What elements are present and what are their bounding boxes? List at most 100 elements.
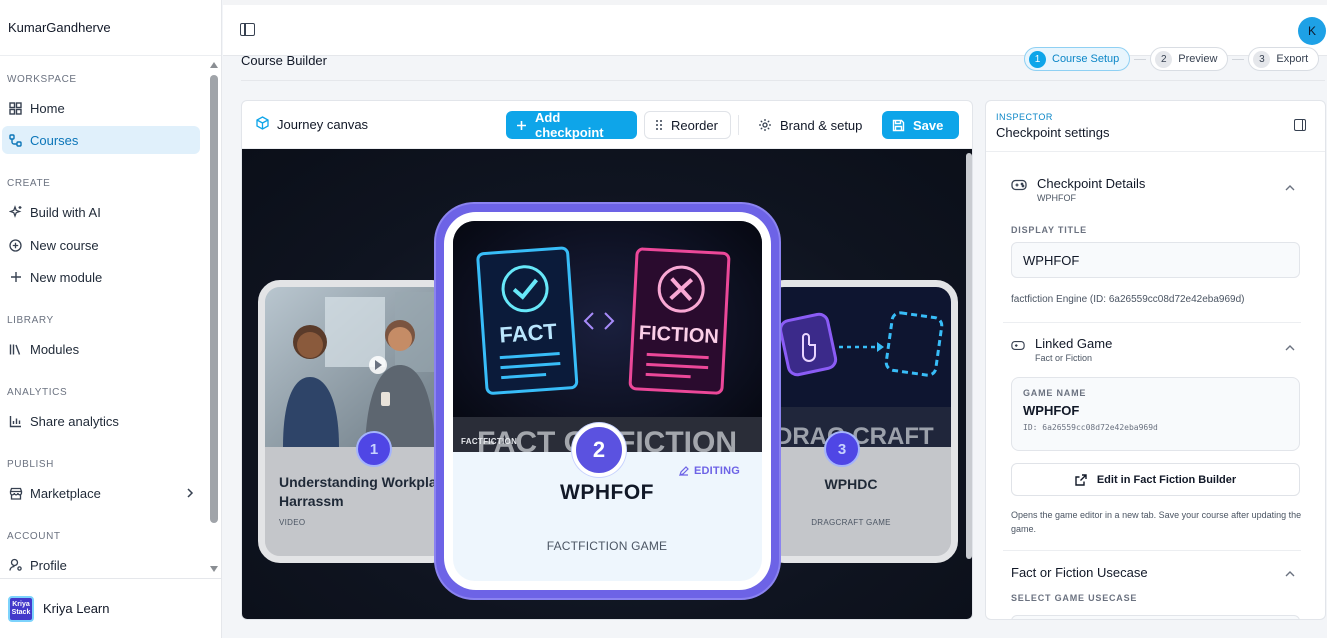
display-title-input[interactable]: WPHFOF <box>1011 242 1300 278</box>
game-type-tag: FACTFICTION <box>461 437 518 446</box>
canvas-title: Journey canvas <box>256 116 368 133</box>
sidebar-item-home[interactable]: Home <box>2 94 200 122</box>
sidebar-item-label: New module <box>30 269 103 285</box>
sidebar-item-build-ai[interactable]: Build with AI <box>2 198 200 226</box>
checkpoint-card-2-selected[interactable]: FACT FICTION FACT OR FICTION <box>436 204 779 598</box>
chevron-right-icon <box>186 486 194 501</box>
section-linked-game[interactable]: Linked Game Fact or Fiction <box>1011 336 1112 363</box>
svg-text:FICTION: FICTION <box>638 322 719 348</box>
inspector-header: INSPECTOR Checkpoint settings <box>986 101 1325 152</box>
scrollbar-thumb[interactable] <box>210 75 218 523</box>
game-id-value: ID: 6a26559cc08d72e42eba969d <box>1023 423 1158 432</box>
section-create: CREATE <box>7 178 51 189</box>
game-name-value: WPHFOF <box>1023 403 1080 418</box>
grid-icon <box>8 101 23 116</box>
workflow-icon <box>8 133 23 148</box>
step-export[interactable]: 3 Export <box>1248 47 1320 71</box>
sparkles-icon <box>8 205 23 220</box>
checkpoint-card-body <box>769 447 951 556</box>
section-library: LIBRARY <box>7 315 54 326</box>
cube-icon <box>256 116 269 133</box>
toolbar-divider <box>738 115 739 135</box>
panel-collapse-icon[interactable] <box>1294 119 1306 131</box>
chevron-up-icon[interactable] <box>1285 569 1295 580</box>
workspace-user-name[interactable]: KumarGandherve <box>0 0 221 56</box>
sidebar-item-label: Marketplace <box>30 485 101 501</box>
page-title: Course Builder <box>241 53 327 68</box>
checkpoint-type: FACTFICTION GAME <box>546 539 668 553</box>
library-icon <box>8 342 23 357</box>
usecase-select-label: SELECT GAME USECASE <box>1011 593 1138 603</box>
pencil-icon <box>679 466 689 476</box>
sidebar-item-label: Modules <box>30 341 80 357</box>
sidebar-item-share-analytics[interactable]: Share analytics <box>2 407 200 435</box>
sidebar-item-label: Share analytics <box>30 413 119 429</box>
save-button[interactable]: Save <box>882 111 959 139</box>
checkpoint-card-1[interactable]: 1 Understanding Workplace Harrassm VIDEO <box>258 280 454 563</box>
org-switcher[interactable]: Kriya Stack Kriya Learn <box>0 578 222 638</box>
chevron-up-icon[interactable] <box>1285 183 1295 194</box>
checkpoint-type: VIDEO <box>279 518 306 527</box>
sidebar-item-profile[interactable]: Profile <box>2 551 200 578</box>
avatar[interactable]: K <box>1298 17 1326 45</box>
sidebar-item-label: Build with AI <box>30 204 101 220</box>
sidebar-item-label: New course <box>30 237 99 253</box>
section-divider <box>1003 322 1301 323</box>
checkpoint-number: 1 <box>356 431 392 467</box>
engine-id-text: factfiction Engine (ID: 6a26559cc08d72e4… <box>1011 294 1245 305</box>
section-workspace: WORKSPACE <box>7 74 77 85</box>
checkpoint-number: 3 <box>824 431 860 467</box>
external-link-icon <box>1075 473 1087 486</box>
checkpoint-thumbnail-factfiction: FACT FICTION FACT OR FICTION <box>453 221 762 452</box>
section-analytics: ANALYTICS <box>7 387 68 398</box>
checkpoint-number: 2 <box>572 423 626 477</box>
org-name: Kriya Learn <box>43 601 110 616</box>
edit-in-builder-button[interactable]: Edit in Fact Fiction Builder <box>1011 463 1300 496</box>
brand-setup-button[interactable]: Brand & setup <box>748 111 872 139</box>
checkpoint-title: Understanding Workplace Harrassm <box>279 474 453 509</box>
gamepad-icon <box>1011 338 1025 356</box>
sidebar-scrollbar[interactable] <box>209 60 219 576</box>
stepper: 1 Course Setup 2 Preview 3 Export <box>1024 47 1320 71</box>
display-title-label: DISPLAY TITLE <box>1011 225 1087 235</box>
save-icon <box>892 119 905 132</box>
user-cog-icon <box>8 558 23 573</box>
header-divider <box>241 80 1325 81</box>
bar-chart-icon <box>8 414 23 429</box>
sidebar-toggle-icon[interactable] <box>240 23 255 36</box>
add-checkpoint-button[interactable]: Add checkpoint <box>506 110 637 140</box>
checkpoint-thumbnail-video <box>265 287 447 447</box>
sidebar-item-marketplace[interactable]: Marketplace <box>2 479 200 507</box>
step-course-setup[interactable]: 1 Course Setup <box>1024 47 1131 71</box>
section-checkpoint-details[interactable]: Checkpoint Details WPHFOF <box>1011 176 1145 203</box>
step-separator <box>1232 58 1245 60</box>
checkpoint-title: WPHFOF <box>560 481 654 504</box>
step-preview[interactable]: 2 Preview <box>1150 47 1229 71</box>
inspector-kicker: INSPECTOR <box>996 112 1053 122</box>
reorder-button[interactable]: Reorder <box>644 111 731 139</box>
sidebar-item-new-module[interactable]: New module <box>2 263 200 291</box>
section-usecase[interactable]: Fact or Fiction Usecase <box>1011 565 1148 580</box>
usecase-select[interactable] <box>1011 615 1300 619</box>
section-account: ACCOUNT <box>7 531 61 542</box>
plus-icon <box>516 120 527 131</box>
sidebar-nav: WORKSPACE Home Courses CREATE Build with… <box>0 56 208 578</box>
drag-handle-icon <box>655 119 663 131</box>
sidebar-item-label: Home <box>30 100 65 116</box>
canvas-scrollbar[interactable] <box>966 153 972 559</box>
journey-canvas-panel: Journey canvas Add checkpoint Reorder Br… <box>241 100 973 620</box>
step-separator <box>1134 58 1147 60</box>
plus-icon <box>8 270 23 285</box>
journey-stage[interactable]: 1 Understanding Workplace Harrassm VIDEO… <box>242 149 972 619</box>
scroll-down-arrow-icon[interactable] <box>210 566 218 572</box>
sidebar-item-label: Courses <box>30 132 79 148</box>
scroll-up-arrow-icon[interactable] <box>210 62 218 68</box>
checkpoint-card-inner: FACT FICTION FACT OR FICTION <box>444 212 771 590</box>
sidebar-item-courses[interactable]: Courses <box>2 126 200 154</box>
org-logo: Kriya Stack <box>8 595 34 622</box>
sidebar-item-modules[interactable]: Modules <box>2 335 200 363</box>
sidebar-item-new-course[interactable]: New course <box>2 231 200 259</box>
chevron-up-icon[interactable] <box>1285 343 1295 354</box>
checkpoint-card-3[interactable]: DRAG CRAFT 3 WPHDC DRAGCRAFT GAME <box>762 280 958 563</box>
sidebar-item-label: Profile <box>30 557 67 573</box>
